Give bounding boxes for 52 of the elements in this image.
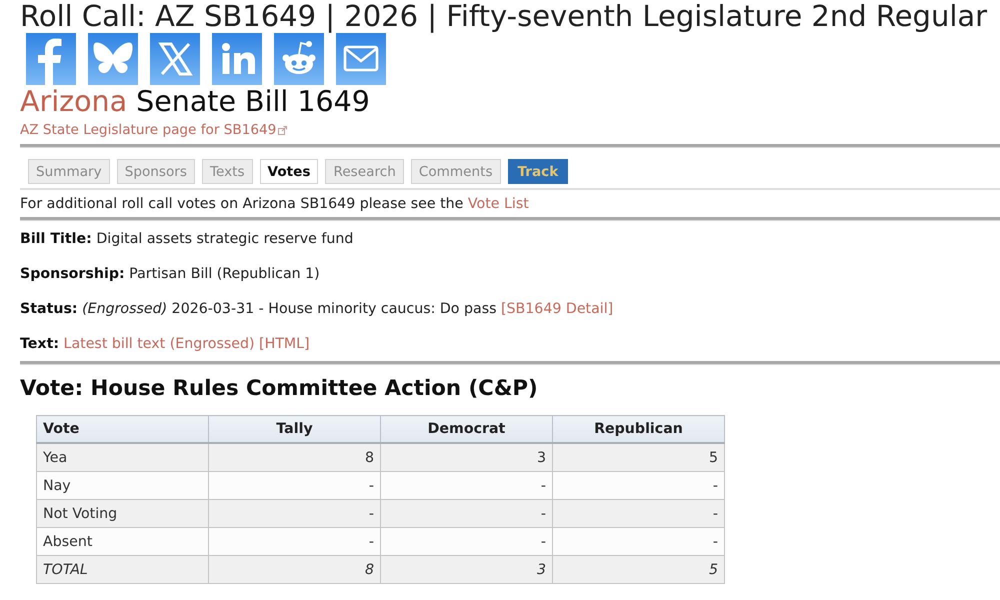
track-button[interactable]: Track bbox=[508, 159, 568, 184]
table-cell: - bbox=[552, 528, 724, 556]
notice-text: For additional roll call votes on Arizona SB1649 please see the Vote List bbox=[20, 195, 530, 214]
x-logo-icon[interactable] bbox=[150, 33, 200, 85]
table-cell: - bbox=[552, 472, 724, 500]
butterfly-icon[interactable] bbox=[88, 33, 138, 85]
envelope-icon[interactable] bbox=[336, 33, 386, 85]
table-cell: - bbox=[208, 500, 380, 528]
table-cell: TOTAL bbox=[36, 556, 208, 584]
tab[interactable]: Sponsors bbox=[116, 159, 195, 184]
table-cell: - bbox=[380, 500, 552, 528]
table-cell: - bbox=[552, 500, 724, 528]
table-cell: 5 bbox=[552, 443, 724, 472]
table-cell: - bbox=[380, 528, 552, 556]
detail-link[interactable]: [HTML] bbox=[259, 336, 310, 352]
detail-link[interactable]: [SB1649 Detail] bbox=[501, 300, 614, 316]
tab[interactable]: Texts bbox=[202, 159, 253, 184]
column-header: Tally bbox=[208, 416, 380, 443]
page-title: Roll Call: AZ SB1649 | 2026 | Fifty-seventh Legislature 2nd Regular bbox=[20, 0, 988, 32]
table-cell: Absent bbox=[36, 528, 208, 556]
table-cell: 5 bbox=[552, 556, 724, 584]
state-link[interactable]: Arizona bbox=[20, 85, 128, 118]
reddit-icon[interactable] bbox=[274, 33, 324, 85]
detail-line: Status: (Engrossed) 2026-03-31 - House minority caucus: Do pass [SB1649 Detail] bbox=[20, 300, 614, 318]
external-link-icon bbox=[278, 126, 288, 134]
column-header: Republican bbox=[552, 416, 724, 443]
facebook-icon[interactable] bbox=[26, 33, 76, 85]
tab[interactable]: Research bbox=[325, 159, 404, 184]
column-header: Vote bbox=[36, 416, 208, 443]
table-cell: Nay bbox=[36, 472, 208, 500]
table-cell: Not Voting bbox=[36, 500, 208, 528]
vote-list-link[interactable]: Vote List bbox=[468, 196, 529, 212]
detail-link[interactable]: Latest bill text (Engrossed) bbox=[64, 336, 255, 352]
table-cell: 3 bbox=[380, 443, 552, 472]
detail-line: Sponsorship: Partisan Bill (Republican 1) bbox=[20, 264, 321, 284]
column-header: Democrat bbox=[380, 416, 552, 443]
detail-line: Text: Latest bill text (Engrossed) [HTML] bbox=[20, 334, 311, 354]
tab[interactable]: Comments bbox=[410, 159, 501, 184]
table-cell: 3 bbox=[380, 556, 552, 584]
detail-line: Bill Title: Digital assets strategic reserve fund bbox=[20, 230, 354, 248]
table-cell: - bbox=[208, 528, 380, 556]
bill-heading: Arizona Senate Bill 1649 bbox=[20, 85, 371, 119]
table-cell: - bbox=[208, 472, 380, 500]
table-cell: - bbox=[380, 472, 552, 500]
tab[interactable]: Summary bbox=[28, 159, 110, 184]
linkedin-icon[interactable] bbox=[212, 33, 262, 85]
vote-title: Vote: House Rules Committee Action (C&P) bbox=[20, 375, 539, 403]
table-cell: 8 bbox=[208, 556, 380, 584]
tab[interactable]: Votes bbox=[260, 159, 318, 184]
legislature-page-link[interactable]: AZ State Legislature page for SB1649 bbox=[20, 121, 288, 139]
table-cell: 8 bbox=[208, 443, 380, 472]
table-cell: Yea bbox=[36, 443, 208, 472]
